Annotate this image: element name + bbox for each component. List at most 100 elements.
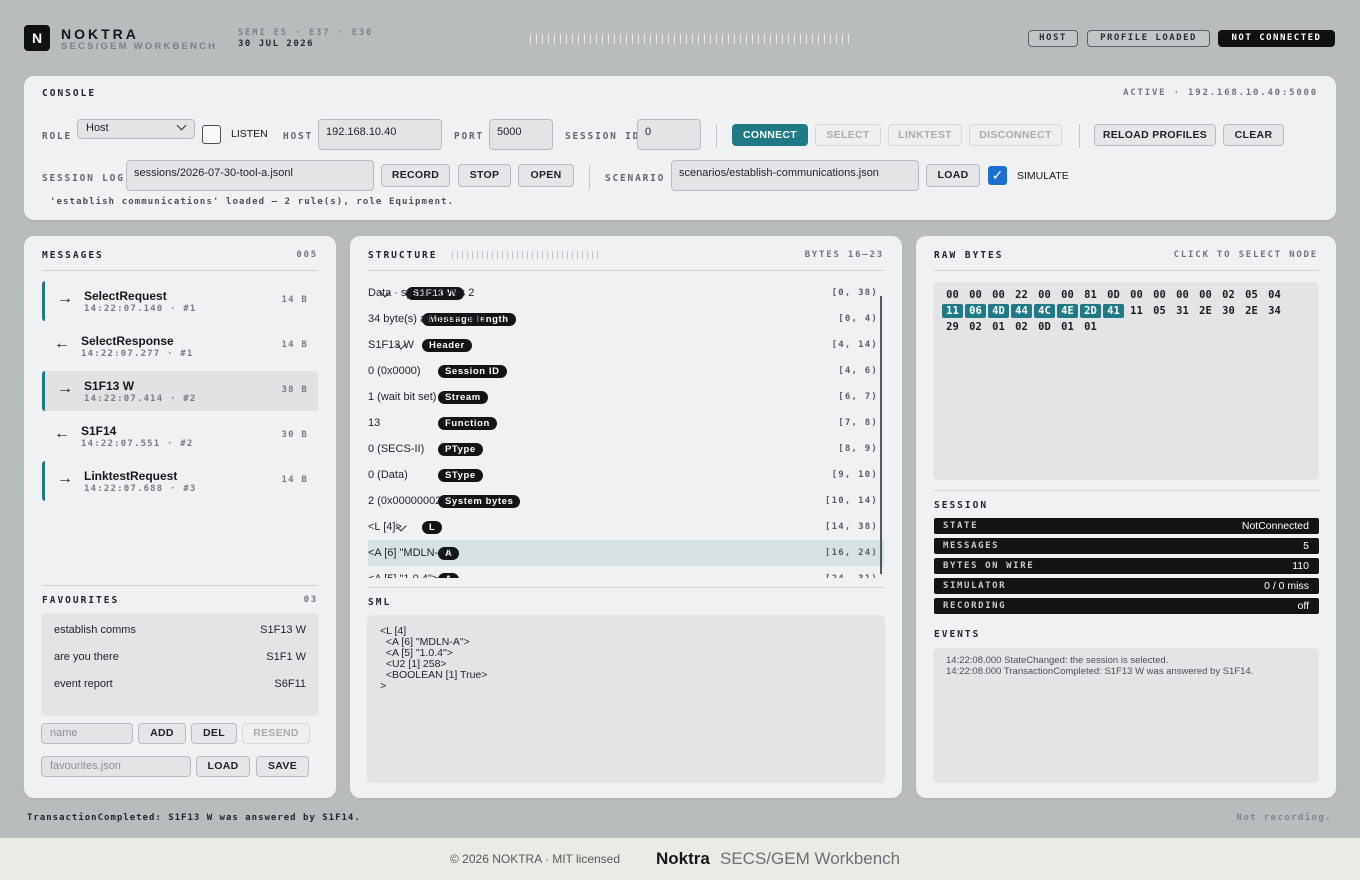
tree-node[interactable]: L <L [4]> [14, 38) [368,514,884,540]
tree-node[interactable]: Message length 34 byte(s) after this fiel… [368,306,884,332]
scrollbar[interactable] [880,296,882,574]
session-id-input[interactable]: 0 [637,119,701,150]
hex-byte[interactable]: 00 [942,288,963,302]
session-row: BYTES ON WIRE 110 [934,558,1319,574]
hex-byte[interactable]: 4E [1057,304,1078,318]
hex-byte[interactable]: 4C [1034,304,1055,318]
console-title: CONSOLE [42,88,97,99]
record-button[interactable]: RECORD [381,164,450,187]
disconnect-button[interactable]: DISCONNECT [969,124,1062,146]
listen-label: LISTEN [231,128,268,140]
node-value: 0 (Data) [368,469,408,481]
top-bar: N NOKTRA SECS/GEM WORKBENCH SEMI E5 · E3… [0,0,1360,76]
hex-byte[interactable]: 05 [1241,288,1262,302]
stop-button[interactable]: STOP [458,164,511,187]
hex-byte[interactable]: 0D [1034,320,1055,334]
hex-byte[interactable]: 11 [942,304,963,318]
hex-byte[interactable]: 02 [965,320,986,334]
host-label: HOST [283,131,314,142]
tree-node[interactable]: PType 0 (SECS-II) [8, 9) [368,436,884,462]
hex-byte[interactable]: 29 [942,320,963,334]
node-value: <A [6] "MDLN-A"> [368,547,456,559]
event-line: 14:22:08.000 StateChanged: the session i… [946,655,1169,666]
node-value: <A [5] "1.0.4"> [368,573,438,578]
open-button[interactable]: OPEN [518,164,574,187]
hex-byte[interactable]: 00 [988,288,1009,302]
favourite-name-input[interactable]: name [41,723,133,744]
hex-byte[interactable]: 4D [988,304,1009,318]
simulate-checkbox[interactable]: ✓ [988,166,1007,185]
hex-byte[interactable]: 04 [1264,288,1285,302]
role-select[interactable]: Host [77,119,195,139]
favourite-item[interactable]: are you there S1F1 W [54,651,306,663]
hex-byte[interactable]: 2D [1080,304,1101,318]
hex-byte[interactable]: 2E [1195,304,1216,318]
load-scenario-button[interactable]: LOAD [926,164,980,187]
profile-pill: PROFILE LOADED [1087,30,1210,47]
add-favourite-button[interactable]: ADD [138,723,186,744]
node-tag: L [422,521,443,534]
host-input[interactable]: 192.168.10.40 [318,119,442,150]
node-range: [16, 24) [825,548,878,558]
hex-byte[interactable]: 00 [1149,288,1170,302]
hex-byte[interactable]: 81 [1080,288,1101,302]
linktest-button[interactable]: LINKTEST [888,124,962,146]
hex-byte[interactable]: 02 [1011,320,1032,334]
hex-byte[interactable]: 00 [1172,288,1193,302]
session-log-input[interactable]: sessions/2026-07-30-tool-a.jsonl [126,160,374,191]
connect-button[interactable]: CONNECT [732,124,808,146]
tick-decoration [530,34,850,44]
hex-byte[interactable]: 31 [1172,304,1193,318]
favourites-count: 03 [303,595,318,605]
tree-node[interactable]: Session ID 0 (0x0000) [4, 6) [368,358,884,384]
hex-byte[interactable]: 00 [965,288,986,302]
footer-copyright: © 2026 NOKTRA · MIT licensed [450,852,621,866]
tree-node[interactable]: Stream 1 (wait bit set) [6, 7) [368,384,884,410]
hex-byte[interactable]: 01 [1057,320,1078,334]
listen-checkbox[interactable] [202,125,221,144]
port-input[interactable]: 5000 [489,119,553,150]
connection-pill: NOT CONNECTED [1218,30,1335,47]
clear-button[interactable]: CLEAR [1223,124,1284,146]
node-value: 34 byte(s) after this field [368,313,486,325]
hex-byte[interactable]: 05 [1149,304,1170,318]
resend-button[interactable]: RESEND [242,723,310,744]
hex-byte[interactable]: 00 [1057,288,1078,302]
footer-product-title: SECS/GEM Workbench [720,849,901,868]
favourite-item[interactable]: establish comms S1F13 W [54,624,306,636]
tree-node[interactable]: SType 0 (Data) [9, 10) [368,462,884,488]
hex-byte[interactable]: 22 [1011,288,1032,302]
hex-byte[interactable]: 00 [1126,288,1147,302]
tree-node[interactable]: S1F13 W Data · system bytes 2 [0, 38) [368,280,884,306]
hex-byte[interactable]: 0D [1103,288,1124,302]
hex-byte[interactable]: 00 [1195,288,1216,302]
delete-favourite-button[interactable]: DEL [191,723,237,744]
tree-node[interactable]: A <A [6] "MDLN-A"> [16, 24) [368,540,884,566]
load-favourites-button[interactable]: LOAD [196,756,250,777]
favourites-file-input[interactable]: favourites.json [41,756,191,777]
structure-title: STRUCTURE [368,250,438,261]
select-button[interactable]: SELECT [815,124,881,146]
reload-profiles-button[interactable]: RELOAD PROFILES [1094,124,1216,146]
recording-status: Not recording. [1236,813,1332,823]
tree-node[interactable]: A<A [5] "1.0.4"> [24, 31) [368,566,884,578]
hex-byte[interactable]: 2E [1241,304,1262,318]
tree-node[interactable]: System bytes 2 (0x00000002) [10, 14) [368,488,884,514]
hex-byte[interactable]: 44 [1011,304,1032,318]
tree-node[interactable]: Function 13 [7, 8) [368,410,884,436]
hex-byte[interactable]: 01 [1080,320,1101,334]
hex-byte[interactable]: 00 [1034,288,1055,302]
scenario-input[interactable]: scenarios/establish-communications.json [671,160,919,191]
hex-byte[interactable]: 11 [1126,304,1147,318]
save-favourites-button[interactable]: SAVE [256,756,309,777]
favourites-title: FAVOURITES [42,595,120,606]
hex-byte[interactable]: 30 [1218,304,1239,318]
hex-byte[interactable]: 41 [1103,304,1124,318]
hex-byte[interactable]: 34 [1264,304,1285,318]
divider [1079,124,1080,148]
hex-byte[interactable]: 01 [988,320,1009,334]
tree-node[interactable]: Header S1F13 W [4, 14) [368,332,884,358]
hex-byte[interactable]: 02 [1218,288,1239,302]
hex-byte[interactable]: 06 [965,304,986,318]
favourite-item[interactable]: event report S6F11 [54,678,306,690]
